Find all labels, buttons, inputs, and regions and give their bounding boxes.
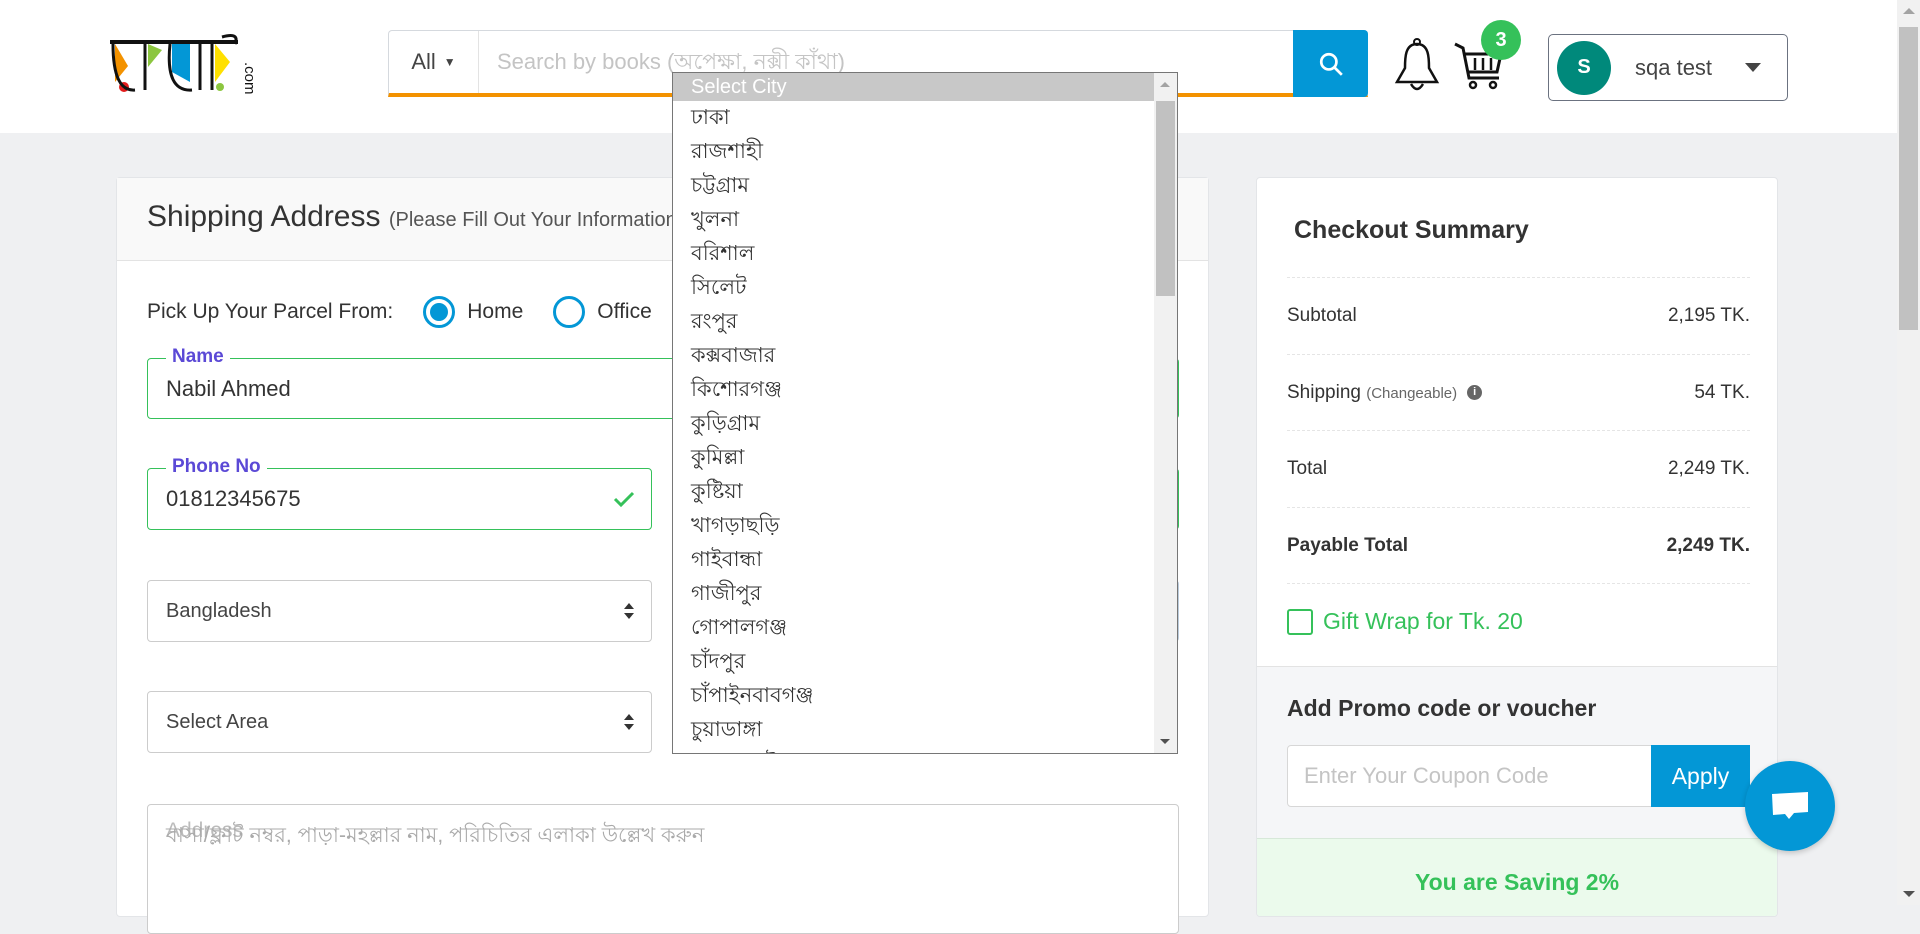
payable-value: 2,249 TK. xyxy=(1666,534,1750,556)
gift-wrap-label: Gift Wrap for Tk. 20 xyxy=(1323,608,1523,634)
city-option[interactable]: চাঁপাইনবাবগঞ্জ xyxy=(673,679,1177,713)
scroll-up-icon[interactable] xyxy=(1903,8,1915,14)
check-icon xyxy=(613,491,635,508)
address-textarea[interactable]: Address বাসা/ফ্লাট নম্বর, পাড়া-মহল্লার … xyxy=(147,804,1179,934)
search-button[interactable] xyxy=(1293,30,1368,97)
sort-icon xyxy=(624,714,634,730)
pickup-row: Pick Up Your Parcel From: Home Office xyxy=(147,296,652,328)
chat-icon xyxy=(1772,792,1808,819)
phone-field[interactable]: Phone No 01812345675 xyxy=(147,456,652,530)
city-option[interactable]: চট্টগ্রাম xyxy=(673,169,1177,203)
shipping-subtitle: (Please Fill Out Your Information) xyxy=(388,209,684,231)
scroll-thumb[interactable] xyxy=(1899,27,1918,330)
svg-text:.com: .com xyxy=(241,62,258,94)
city-option[interactable]: রাজশাহী xyxy=(673,135,1177,169)
caret-down-icon xyxy=(1745,63,1761,72)
city-option[interactable]: গোপালগঞ্জ xyxy=(673,611,1177,645)
subtotal-value: 2,195 TK. xyxy=(1667,305,1750,326)
shipping-note: (Changeable) xyxy=(1366,385,1458,402)
scroll-down-icon[interactable] xyxy=(1903,891,1915,897)
city-option-placeholder[interactable]: Select City xyxy=(673,73,1177,101)
radio-office[interactable] xyxy=(553,296,586,328)
subtotal-label: Subtotal xyxy=(1287,305,1357,326)
scroll-thumb[interactable] xyxy=(1156,101,1175,296)
total-value: 2,249 TK. xyxy=(1667,458,1750,479)
page-scrollbar[interactable] xyxy=(1897,0,1920,905)
cart-count-badge: 3 xyxy=(1481,20,1521,60)
city-option[interactable]: রংপুর xyxy=(673,305,1177,339)
shipping-value: 54 TK. xyxy=(1694,382,1750,403)
user-menu[interactable]: S sqa test xyxy=(1548,34,1788,101)
checkout-summary-card: Checkout Summary Subtotal 2,195 TK. Shipp… xyxy=(1256,177,1778,917)
city-option[interactable]: চাঁদপুর xyxy=(673,645,1177,679)
search-icon xyxy=(1319,52,1343,76)
city-option[interactable]: কিশোরগঞ্জ xyxy=(673,373,1177,407)
city-option[interactable]: সিলেট xyxy=(673,271,1177,305)
subtotal-row: Subtotal 2,195 TK. xyxy=(1287,277,1750,354)
promo-section: Add Promo code or voucher Apply xyxy=(1257,666,1777,838)
total-label: Total xyxy=(1287,458,1328,479)
address-placeholder: বাসা/ফ্লাট নম্বর, পাড়া-মহল্লার নাম, পরি… xyxy=(166,824,705,847)
gift-wrap-checkbox[interactable]: Gift Wrap for Tk. 20 xyxy=(1287,608,1523,635)
city-option[interactable]: কুষ্টিয়া xyxy=(673,475,1177,509)
radio-home[interactable] xyxy=(423,296,456,328)
name-label: Name xyxy=(166,346,230,368)
city-option[interactable]: খুলনা xyxy=(673,203,1177,237)
search-category-label: All xyxy=(411,49,436,74)
country-select[interactable]: Bangladesh xyxy=(147,580,652,642)
checkbox[interactable] xyxy=(1287,608,1313,635)
city-option[interactable]: কক্সবাজার xyxy=(673,339,1177,373)
phone-label: Phone No xyxy=(166,456,267,478)
area-select[interactable]: Select Area xyxy=(147,691,652,753)
saving-banner: You are Saving 2% xyxy=(1257,838,1777,916)
promo-title: Add Promo code or voucher xyxy=(1287,695,1597,721)
country-value: Bangladesh xyxy=(166,599,272,622)
name-value: Nabil Ahmed xyxy=(166,375,291,401)
shipping-row: Shipping (Changeable) i 54 TK. xyxy=(1287,354,1750,431)
user-name: sqa test xyxy=(1635,54,1713,80)
scroll-up-icon[interactable] xyxy=(1160,82,1170,87)
pickup-label: Pick Up Your Parcel From: xyxy=(147,300,394,323)
total-row: Total 2,249 TK. xyxy=(1287,430,1750,507)
search-category-select[interactable]: All ▼ xyxy=(389,31,479,93)
city-option[interactable]: কুড়িগ্রাম xyxy=(673,407,1177,441)
page-title: Shipping Address xyxy=(147,200,381,233)
dropdown-scrollbar[interactable] xyxy=(1154,73,1177,753)
city-option[interactable]: চুয়াডাঙ্গা xyxy=(673,713,1177,747)
radio-home-label[interactable]: Home xyxy=(467,300,523,324)
payable-row: Payable Total 2,249 TK. xyxy=(1287,507,1750,584)
info-icon[interactable]: i xyxy=(1467,385,1483,401)
area-value: Select Area xyxy=(166,710,269,733)
shipping-label: Shipping xyxy=(1287,382,1361,403)
scroll-down-icon[interactable] xyxy=(1160,739,1170,744)
city-option[interactable]: কুমিল্লা xyxy=(673,441,1177,475)
payable-label: Payable Total xyxy=(1287,534,1409,556)
city-option[interactable]: গাজীপুর xyxy=(673,577,1177,611)
city-option[interactable]: গাইবান্ধা xyxy=(673,543,1177,577)
phone-value: 01812345675 xyxy=(166,486,301,511)
apply-button[interactable]: Apply xyxy=(1651,745,1750,807)
caret-down-icon: ▼ xyxy=(443,55,456,69)
city-option[interactable]: ঢাকা xyxy=(673,101,1177,135)
radio-office-label[interactable]: Office xyxy=(597,300,651,324)
summary-title: Checkout Summary xyxy=(1294,216,1529,244)
rokomari-logo[interactable]: .com xyxy=(110,32,275,94)
bell-icon[interactable] xyxy=(1393,38,1441,94)
sort-icon xyxy=(624,603,634,619)
city-option[interactable]: বরিশাল xyxy=(673,237,1177,271)
city-option[interactable]: জয়পুরহাট xyxy=(673,747,1177,753)
city-dropdown-list[interactable]: Select City ঢাকা রাজশাহী চট্টগ্রাম খুলনা বরি… xyxy=(672,72,1178,754)
coupon-input[interactable] xyxy=(1287,745,1652,807)
avatar: S xyxy=(1557,40,1611,95)
chat-button[interactable] xyxy=(1745,761,1835,851)
city-option[interactable]: খাগড়াছড়ি xyxy=(673,509,1177,543)
